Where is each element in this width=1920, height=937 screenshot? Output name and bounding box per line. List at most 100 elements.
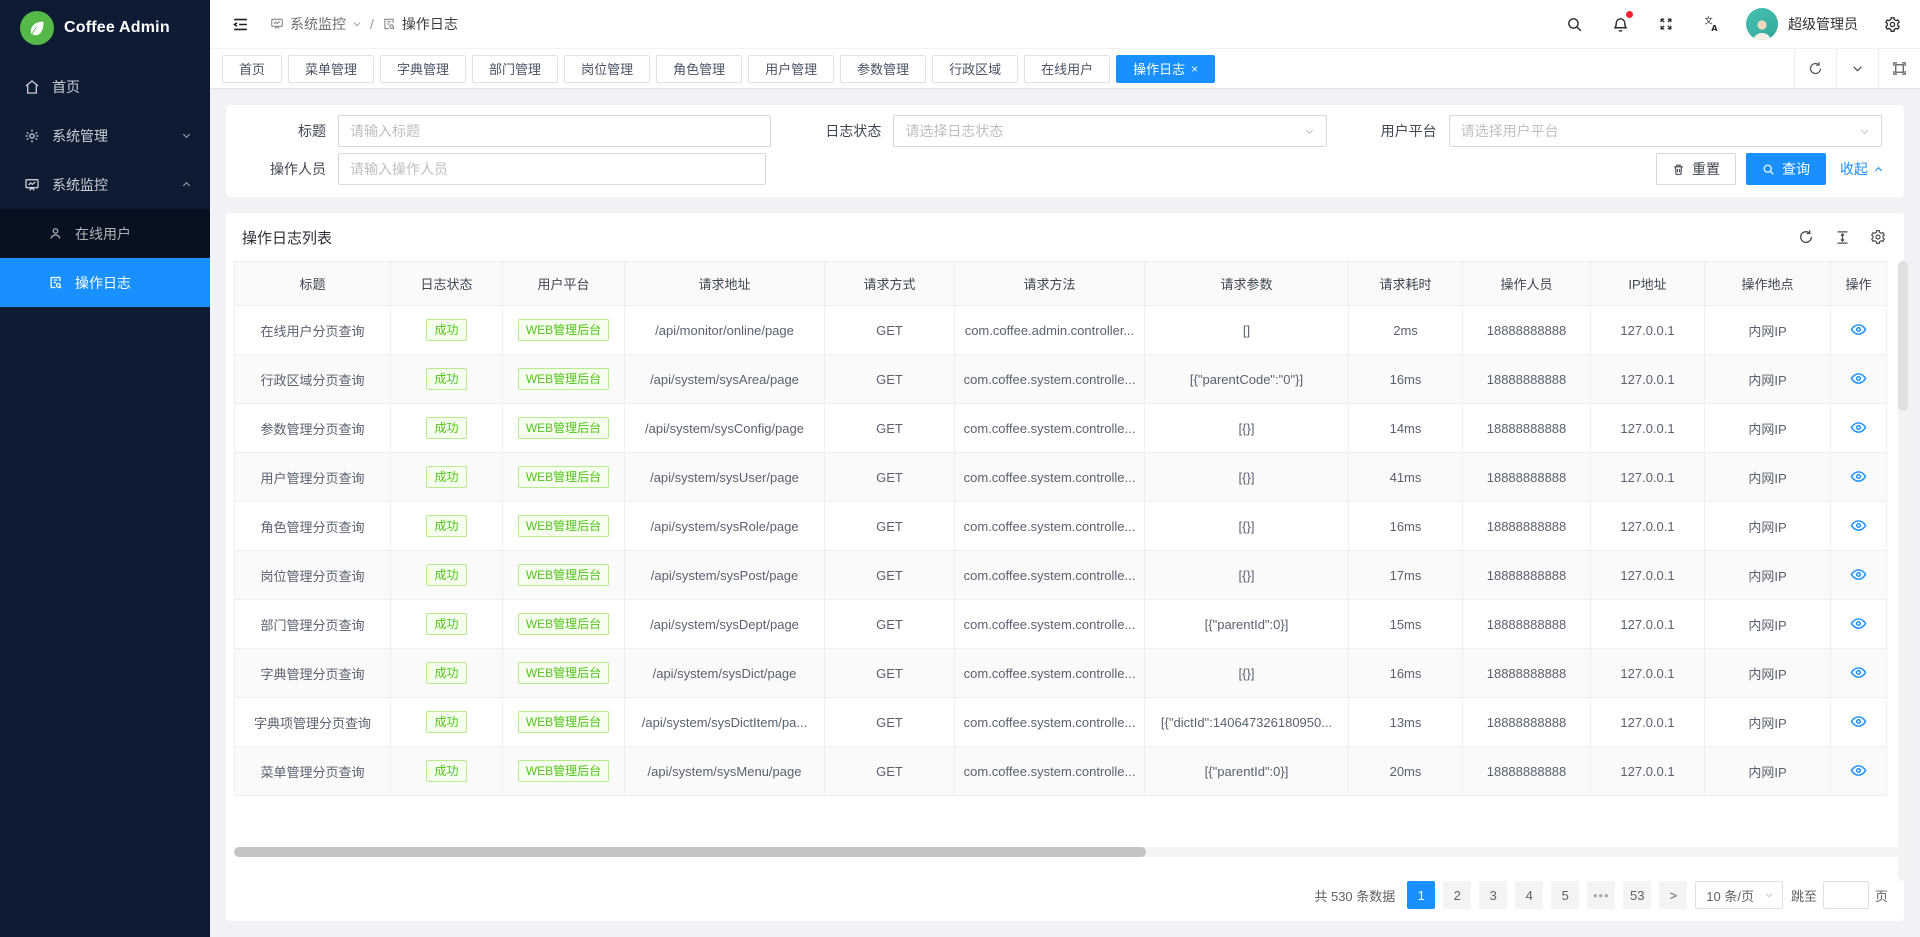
pagination-pages: 12345 ••• 53 <box>1407 881 1651 909</box>
vertical-scrollbar[interactable] <box>1898 261 1908 881</box>
cell-platform: WEB管理后台 <box>503 306 625 355</box>
logo[interactable]: Coffee Admin <box>0 0 210 56</box>
jump-prefix-label: 跳至 <box>1791 886 1817 905</box>
fullscreen-icon[interactable] <box>1654 12 1678 36</box>
title-input[interactable] <box>338 115 771 147</box>
cell-platform: WEB管理后台 <box>503 747 625 796</box>
table-column-header[interactable]: 用户平台 <box>503 262 625 306</box>
table-column-header[interactable]: 操作人员 <box>1463 262 1591 306</box>
pagination-page-button[interactable]: 2 <box>1443 881 1471 909</box>
view-detail-eye-icon[interactable] <box>1849 564 1869 584</box>
tab[interactable]: 岗位管理 <box>564 55 650 83</box>
table-column-header[interactable]: 请求方法 <box>955 262 1145 306</box>
sidebar-item-system-monitor[interactable]: 系统监控 <box>0 160 210 209</box>
chevron-down-icon <box>352 19 362 29</box>
pagination-page-button[interactable]: 5 <box>1551 881 1579 909</box>
user-icon <box>48 226 63 241</box>
sidebar-item-home[interactable]: 首页 <box>0 62 210 111</box>
settings-gear-icon[interactable] <box>1880 12 1904 36</box>
search-button[interactable]: 查询 <box>1746 153 1826 185</box>
table-row: 字典项管理分页查询 成功 WEB管理后台 /api/system/sysDict… <box>235 698 1887 747</box>
content: 标题 日志状态 请选择日志状态 用户平台 请选择用户平台 <box>210 89 1920 937</box>
cell-location: 内网IP <box>1705 502 1831 551</box>
view-detail-eye-icon[interactable] <box>1849 515 1869 535</box>
pagination-page-button[interactable]: 4 <box>1515 881 1543 909</box>
maximize-icon[interactable] <box>1878 49 1920 89</box>
collapse-toggle[interactable]: 收起 <box>1840 159 1884 179</box>
vertical-scrollbar-thumb[interactable] <box>1898 261 1908 411</box>
cell-request-params: [{"dictId":140647326180950... <box>1145 698 1349 747</box>
tab[interactable]: 操作日志 × <box>1116 55 1215 83</box>
tab-close-icon[interactable]: × <box>1191 63 1198 75</box>
status-select[interactable]: 请选择日志状态 <box>893 115 1326 147</box>
tab[interactable]: 用户管理 <box>748 55 834 83</box>
pagination-page-button[interactable]: 3 <box>1479 881 1507 909</box>
view-detail-eye-icon[interactable] <box>1849 319 1869 339</box>
pagination-page-button[interactable]: 53 <box>1623 881 1651 909</box>
tab[interactable]: 角色管理 <box>656 55 742 83</box>
tab[interactable]: 部门管理 <box>472 55 558 83</box>
filter-title-label: 标题 <box>242 121 338 141</box>
cell-status: 成功 <box>391 747 503 796</box>
cell-platform: WEB管理后台 <box>503 649 625 698</box>
user-name[interactable]: 超级管理员 <box>1788 14 1858 34</box>
table-column-header[interactable]: 日志状态 <box>391 262 503 306</box>
table-column-header[interactable]: 请求参数 <box>1145 262 1349 306</box>
view-detail-eye-icon[interactable] <box>1849 760 1869 780</box>
column-settings-gear-icon[interactable] <box>1868 227 1888 247</box>
view-detail-eye-icon[interactable] <box>1849 662 1869 682</box>
view-detail-eye-icon[interactable] <box>1849 711 1869 731</box>
view-detail-eye-icon[interactable] <box>1849 368 1869 388</box>
pagination-page-button[interactable]: 1 <box>1407 881 1435 909</box>
page-size-select[interactable]: 10 条/页 <box>1695 881 1783 909</box>
chevron-down-icon[interactable] <box>1836 49 1878 89</box>
sidebar-item-operation-log[interactable]: 操作日志 <box>0 258 210 307</box>
tab[interactable]: 首页 <box>222 55 282 83</box>
sidebar-item-system-management[interactable]: 系统管理 <box>0 111 210 160</box>
sidebar-fold-icon[interactable] <box>226 10 254 38</box>
tab[interactable]: 字典管理 <box>380 55 466 83</box>
table-column-header[interactable]: 操作 <box>1831 262 1887 306</box>
table-column-header[interactable]: 请求耗时 <box>1349 262 1463 306</box>
cell-request-url: /api/system/sysRole/page <box>625 502 825 551</box>
reset-button[interactable]: 重置 <box>1656 153 1736 185</box>
tab[interactable]: 菜单管理 <box>288 55 374 83</box>
tab[interactable]: 行政区域 <box>932 55 1018 83</box>
row-height-icon[interactable] <box>1832 227 1852 247</box>
translate-icon[interactable]: 文A <box>1700 12 1724 36</box>
view-detail-eye-icon[interactable] <box>1849 466 1869 486</box>
pagination-page-button[interactable]: ••• <box>1587 881 1615 909</box>
operator-input[interactable] <box>338 153 766 185</box>
horizontal-scrollbar-thumb[interactable] <box>234 847 1146 857</box>
user-avatar[interactable] <box>1746 8 1778 40</box>
pagination-next-button[interactable]: > <box>1659 881 1687 909</box>
table-column-header[interactable]: 请求方式 <box>825 262 955 306</box>
table-refresh-icon[interactable] <box>1796 227 1816 247</box>
cell-status: 成功 <box>391 649 503 698</box>
cell-title: 菜单管理分页查询 <box>235 747 391 796</box>
tab[interactable]: 参数管理 <box>840 55 926 83</box>
view-detail-eye-icon[interactable] <box>1849 417 1869 437</box>
tab[interactable]: 在线用户 <box>1024 55 1110 83</box>
cell-platform: WEB管理后台 <box>503 404 625 453</box>
table-row: 角色管理分页查询 成功 WEB管理后台 /api/system/sysRole/… <box>235 502 1887 551</box>
platform-select[interactable]: 请选择用户平台 <box>1449 115 1882 147</box>
cell-request-type: GET <box>825 306 955 355</box>
table-column-header[interactable]: 请求地址 <box>625 262 825 306</box>
tab-bar-tabs: 首页 菜单管理 字典管理 部门管理 岗位管理 角色管理 用户管理 参数管理 行政… <box>222 55 1794 83</box>
table-row: 字典管理分页查询 成功 WEB管理后台 /api/system/sysDict/… <box>235 649 1887 698</box>
notification-bell-icon[interactable] <box>1608 12 1632 36</box>
refresh-icon[interactable] <box>1794 49 1836 89</box>
table-column-header[interactable]: IP地址 <box>1591 262 1705 306</box>
search-icon[interactable] <box>1562 12 1586 36</box>
jump-page-input[interactable] <box>1823 881 1869 909</box>
sidebar-item-online-users[interactable]: 在线用户 <box>0 209 210 258</box>
table-column-header[interactable]: 标题 <box>235 262 391 306</box>
cell-title: 在线用户分页查询 <box>235 306 391 355</box>
table-column-header[interactable]: 操作地点 <box>1705 262 1831 306</box>
cell-request-type: GET <box>825 698 955 747</box>
cell-request-method: com.coffee.system.controlle... <box>955 453 1145 502</box>
horizontal-scrollbar[interactable] <box>234 847 1902 857</box>
view-detail-eye-icon[interactable] <box>1849 613 1869 633</box>
breadcrumb-item-monitor[interactable]: 系统监控 <box>270 14 362 34</box>
